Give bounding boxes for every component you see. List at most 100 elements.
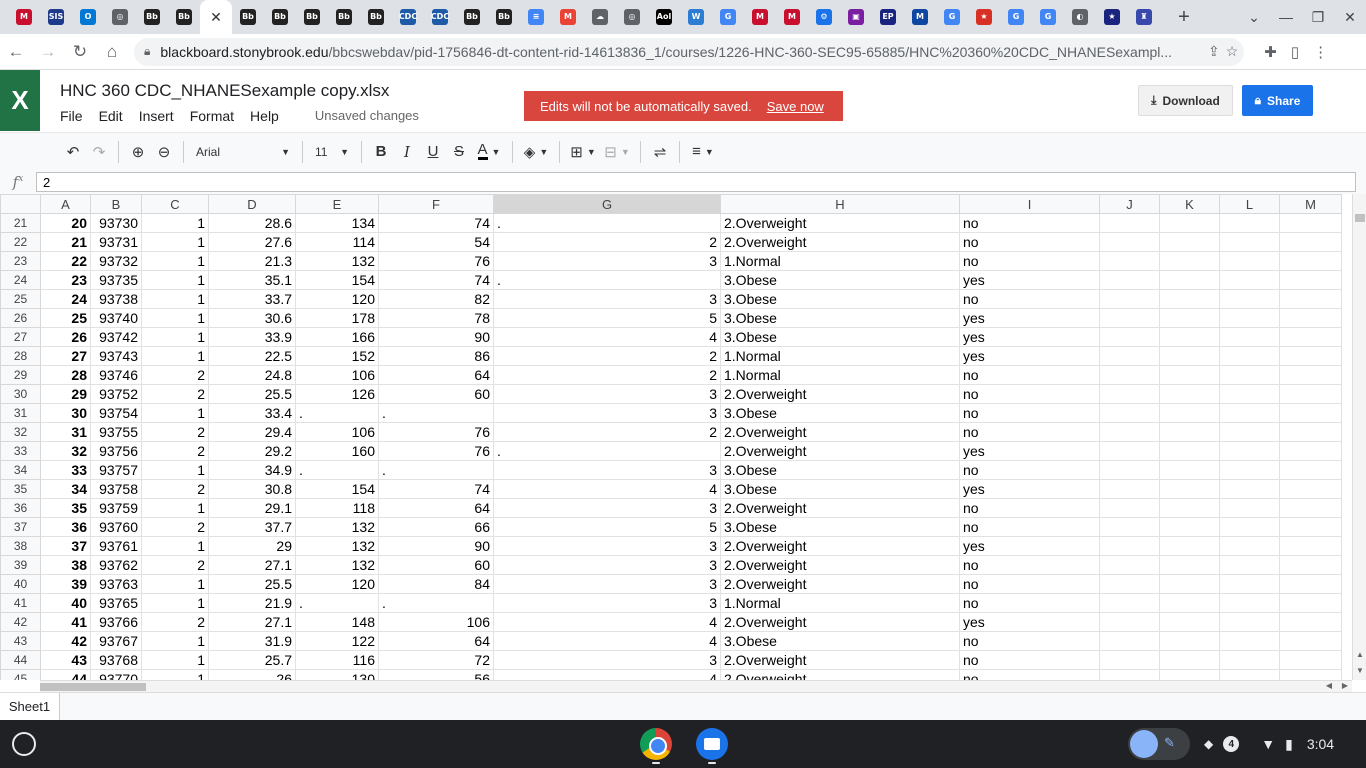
merge-cells-icon[interactable]: ⊟ ▼	[600, 139, 634, 165]
cell-e[interactable]: 130	[295, 669, 379, 680]
cell-i[interactable]: no	[959, 517, 1100, 537]
notifications-icon[interactable]: ◆	[1204, 737, 1213, 751]
cell-g[interactable]: 4	[493, 479, 721, 499]
cell-e[interactable]: 178	[295, 308, 379, 328]
row-header[interactable]: 26	[0, 308, 41, 328]
cell-empty[interactable]	[1219, 479, 1280, 499]
cell-h[interactable]: 3.Obese	[720, 517, 960, 537]
restore-button[interactable]: ❐	[1302, 9, 1334, 26]
cell-i[interactable]: no	[959, 251, 1100, 271]
cell-i[interactable]: yes	[959, 479, 1100, 499]
bookmark-star-icon[interactable]: ☆	[1226, 43, 1239, 60]
cell-b[interactable]: 93735	[90, 270, 142, 290]
cell-c[interactable]: 2	[141, 422, 209, 442]
zoom-out-icon[interactable]: ⊖	[151, 139, 177, 165]
cell-c[interactable]: 1	[141, 213, 209, 233]
cell-empty[interactable]	[1159, 365, 1220, 385]
cell-empty[interactable]	[1099, 346, 1160, 366]
cell-empty[interactable]	[1219, 384, 1280, 404]
cell-d[interactable]: 24.8	[208, 365, 296, 385]
cell-h[interactable]: 3.Obese	[720, 460, 960, 480]
strikethrough-icon[interactable]: S	[446, 139, 472, 165]
cell-a[interactable]: 36	[40, 517, 91, 537]
cell-a[interactable]: 20	[40, 213, 91, 233]
cell-empty[interactable]	[1219, 536, 1280, 556]
cell-e[interactable]: 120	[295, 289, 379, 309]
cell-c[interactable]: 1	[141, 327, 209, 347]
cell-i[interactable]: no	[959, 213, 1100, 233]
cell-f[interactable]: 74	[378, 479, 494, 499]
forward-icon[interactable]: →	[32, 42, 64, 62]
cell-empty[interactable]	[1279, 669, 1342, 680]
cell-empty[interactable]	[1159, 270, 1220, 290]
cell-g[interactable]: 5	[493, 308, 721, 328]
cell-e[interactable]: 148	[295, 612, 379, 632]
cell-empty[interactable]	[1159, 612, 1220, 632]
cell-b[interactable]: 93746	[90, 365, 142, 385]
cell-h[interactable]: 1.Normal	[720, 365, 960, 385]
browser-tab[interactable]: G	[1032, 0, 1064, 34]
lock-icon[interactable]: 🔒︎	[144, 44, 150, 59]
menu-file[interactable]: File	[60, 108, 83, 124]
cell-h[interactable]: 3.Obese	[720, 289, 960, 309]
cell-i[interactable]: no	[959, 650, 1100, 670]
cell-empty[interactable]	[1279, 422, 1342, 442]
font-size-select[interactable]: 11 ▼	[309, 139, 355, 165]
new-tab-button[interactable]: +	[1170, 6, 1198, 29]
launcher-icon[interactable]	[12, 732, 36, 756]
back-icon[interactable]: ←	[0, 42, 32, 62]
cell-empty[interactable]	[1099, 574, 1160, 594]
row-header[interactable]: 27	[0, 327, 41, 347]
cell-g[interactable]: 2	[493, 346, 721, 366]
browser-tab[interactable]: CDC	[392, 0, 424, 34]
cell-a[interactable]: 40	[40, 593, 91, 613]
browser-tab[interactable]: G	[712, 0, 744, 34]
cell-empty[interactable]	[1279, 498, 1342, 518]
status-area[interactable]: ◆ 4 ▼ ▮ 3:04	[1204, 728, 1334, 760]
cell-b[interactable]: 93752	[90, 384, 142, 404]
horizontal-scroll-thumb[interactable]	[40, 683, 146, 691]
column-header-g[interactable]: G	[493, 194, 721, 214]
cell-f[interactable]: 76	[378, 251, 494, 271]
cell-d[interactable]: 29.1	[208, 498, 296, 518]
column-header-d[interactable]: D	[208, 194, 296, 214]
cell-empty[interactable]	[1279, 555, 1342, 575]
cell-a[interactable]: 37	[40, 536, 91, 556]
cell-f[interactable]: 90	[378, 536, 494, 556]
cell-g[interactable]: 3	[493, 403, 721, 423]
cell-i[interactable]: no	[959, 422, 1100, 442]
cell-a[interactable]: 38	[40, 555, 91, 575]
cell-a[interactable]: 27	[40, 346, 91, 366]
cell-empty[interactable]	[1099, 498, 1160, 518]
cell-empty[interactable]	[1219, 308, 1280, 328]
cell-d[interactable]: 25.5	[208, 384, 296, 404]
cell-empty[interactable]	[1099, 517, 1160, 537]
cell-c[interactable]: 1	[141, 631, 209, 651]
cell-i[interactable]: yes	[959, 327, 1100, 347]
cell-empty[interactable]	[1159, 327, 1220, 347]
cell-empty[interactable]	[1279, 308, 1342, 328]
cell-g[interactable]: .	[493, 213, 721, 233]
cell-g[interactable]: 2	[493, 232, 721, 252]
cell-b[interactable]: 93756	[90, 441, 142, 461]
cell-g[interactable]: 3	[493, 498, 721, 518]
cell-a[interactable]: 35	[40, 498, 91, 518]
cell-a[interactable]: 43	[40, 650, 91, 670]
cell-b[interactable]: 93754	[90, 403, 142, 423]
cell-empty[interactable]	[1219, 213, 1280, 233]
cell-i[interactable]: no	[959, 669, 1100, 680]
cell-f[interactable]: 54	[378, 232, 494, 252]
cell-empty[interactable]	[1279, 384, 1342, 404]
cell-c[interactable]: 1	[141, 403, 209, 423]
cell-empty[interactable]	[1099, 536, 1160, 556]
cell-c[interactable]: 1	[141, 498, 209, 518]
share-button[interactable]: 🔒︎ Share	[1242, 85, 1313, 116]
cell-empty[interactable]	[1219, 669, 1280, 680]
browser-tab[interactable]: ◐	[1064, 0, 1096, 34]
cell-c[interactable]: 1	[141, 251, 209, 271]
column-header-i[interactable]: I	[959, 194, 1100, 214]
row-header[interactable]: 30	[0, 384, 41, 404]
cell-b[interactable]: 93738	[90, 289, 142, 309]
scroll-down-arrow-icon[interactable]: ▼	[1356, 666, 1364, 675]
cell-h[interactable]: 2.Overweight	[720, 555, 960, 575]
